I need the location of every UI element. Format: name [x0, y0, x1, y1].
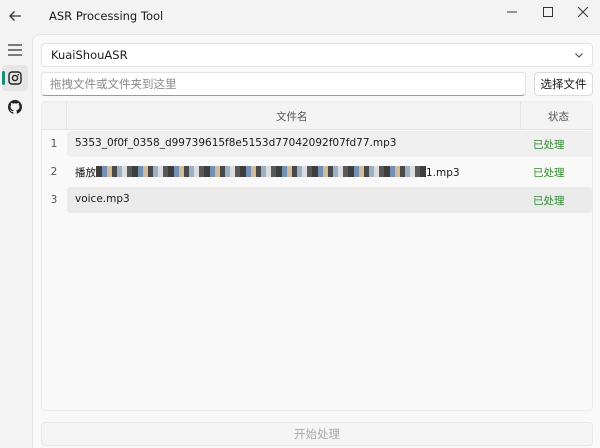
hamburger-menu-icon — [8, 44, 22, 56]
table-header: 文件名 状态 — [42, 102, 592, 130]
status-label: 已处理 — [533, 167, 565, 179]
app-window: ASR Processing Tool KuaiShouASR 拖拽文件或文件夹… — [0, 0, 600, 448]
table-row[interactable]: 1 5353_0f0f_0358_d99739615f8e5153d770420… — [42, 130, 592, 158]
row-number: 3 — [50, 194, 58, 206]
row-number: 1 — [50, 138, 58, 150]
minimize-icon — [507, 11, 517, 13]
column-header-status: 状态 — [548, 111, 569, 123]
nav-menu-button[interactable] — [2, 37, 28, 63]
maximize-button[interactable] — [532, 0, 564, 24]
status-label: 已处理 — [533, 139, 565, 151]
asr-icon — [8, 71, 22, 85]
status-label: 已处理 — [533, 195, 565, 207]
file-table: 文件名 状态 1 5353_0f0f_0358_d99739615f8e5153… — [41, 101, 593, 411]
back-button[interactable] — [2, 3, 28, 29]
nav-item-github[interactable] — [2, 94, 28, 120]
row-number: 2 — [50, 166, 58, 178]
file-path-input[interactable] — [41, 72, 526, 96]
file-name-prefix: 播放 — [75, 167, 96, 179]
close-button[interactable] — [567, 0, 599, 24]
close-icon — [578, 7, 588, 17]
chevron-down-icon — [575, 53, 583, 58]
status-cell[interactable]: 已处理 — [521, 131, 592, 157]
status-cell[interactable]: 已处理 — [521, 187, 592, 213]
window-title: ASR Processing Tool — [49, 9, 164, 23]
nav-item-asr[interactable] — [2, 65, 28, 91]
file-name-cell[interactable]: 播放 1.mp3 — [67, 159, 521, 185]
column-separator — [520, 102, 521, 129]
main-panel: KuaiShouASR 选择文件 文件名 状态 1 5353_0f0f_0358… — [32, 34, 600, 448]
column-header-name: 文件名 — [276, 111, 308, 123]
navigation-rail — [0, 34, 32, 448]
asr-engine-select[interactable]: KuaiShouASR — [41, 43, 593, 67]
back-arrow-icon — [9, 11, 21, 21]
maximize-icon — [543, 7, 553, 17]
file-name: 播放 1.mp3 — [75, 165, 460, 180]
minimize-button[interactable] — [496, 0, 528, 24]
asr-engine-value: KuaiShouASR — [51, 48, 128, 62]
start-processing-button[interactable]: 开始处理 — [41, 422, 593, 446]
file-name-suffix: 1.mp3 — [426, 167, 460, 179]
file-name: voice.mp3 — [75, 193, 130, 205]
file-name-cell[interactable]: 5353_0f0f_0358_d99739615f8e5153d77042092… — [67, 131, 521, 157]
table-row[interactable]: 3 voice.mp3 已处理 — [42, 186, 592, 214]
title-bar: ASR Processing Tool — [0, 0, 600, 34]
status-cell[interactable]: 已处理 — [521, 159, 592, 185]
github-icon — [8, 100, 22, 114]
select-file-button[interactable]: 选择文件 — [534, 72, 593, 96]
column-separator — [66, 102, 67, 129]
file-name-cell[interactable]: voice.mp3 — [67, 187, 521, 213]
table-row[interactable]: 2 播放 1.mp3 已处理 — [42, 158, 592, 186]
redacted-text — [96, 166, 426, 177]
file-name: 5353_0f0f_0358_d99739615f8e5153d77042092… — [75, 137, 397, 149]
